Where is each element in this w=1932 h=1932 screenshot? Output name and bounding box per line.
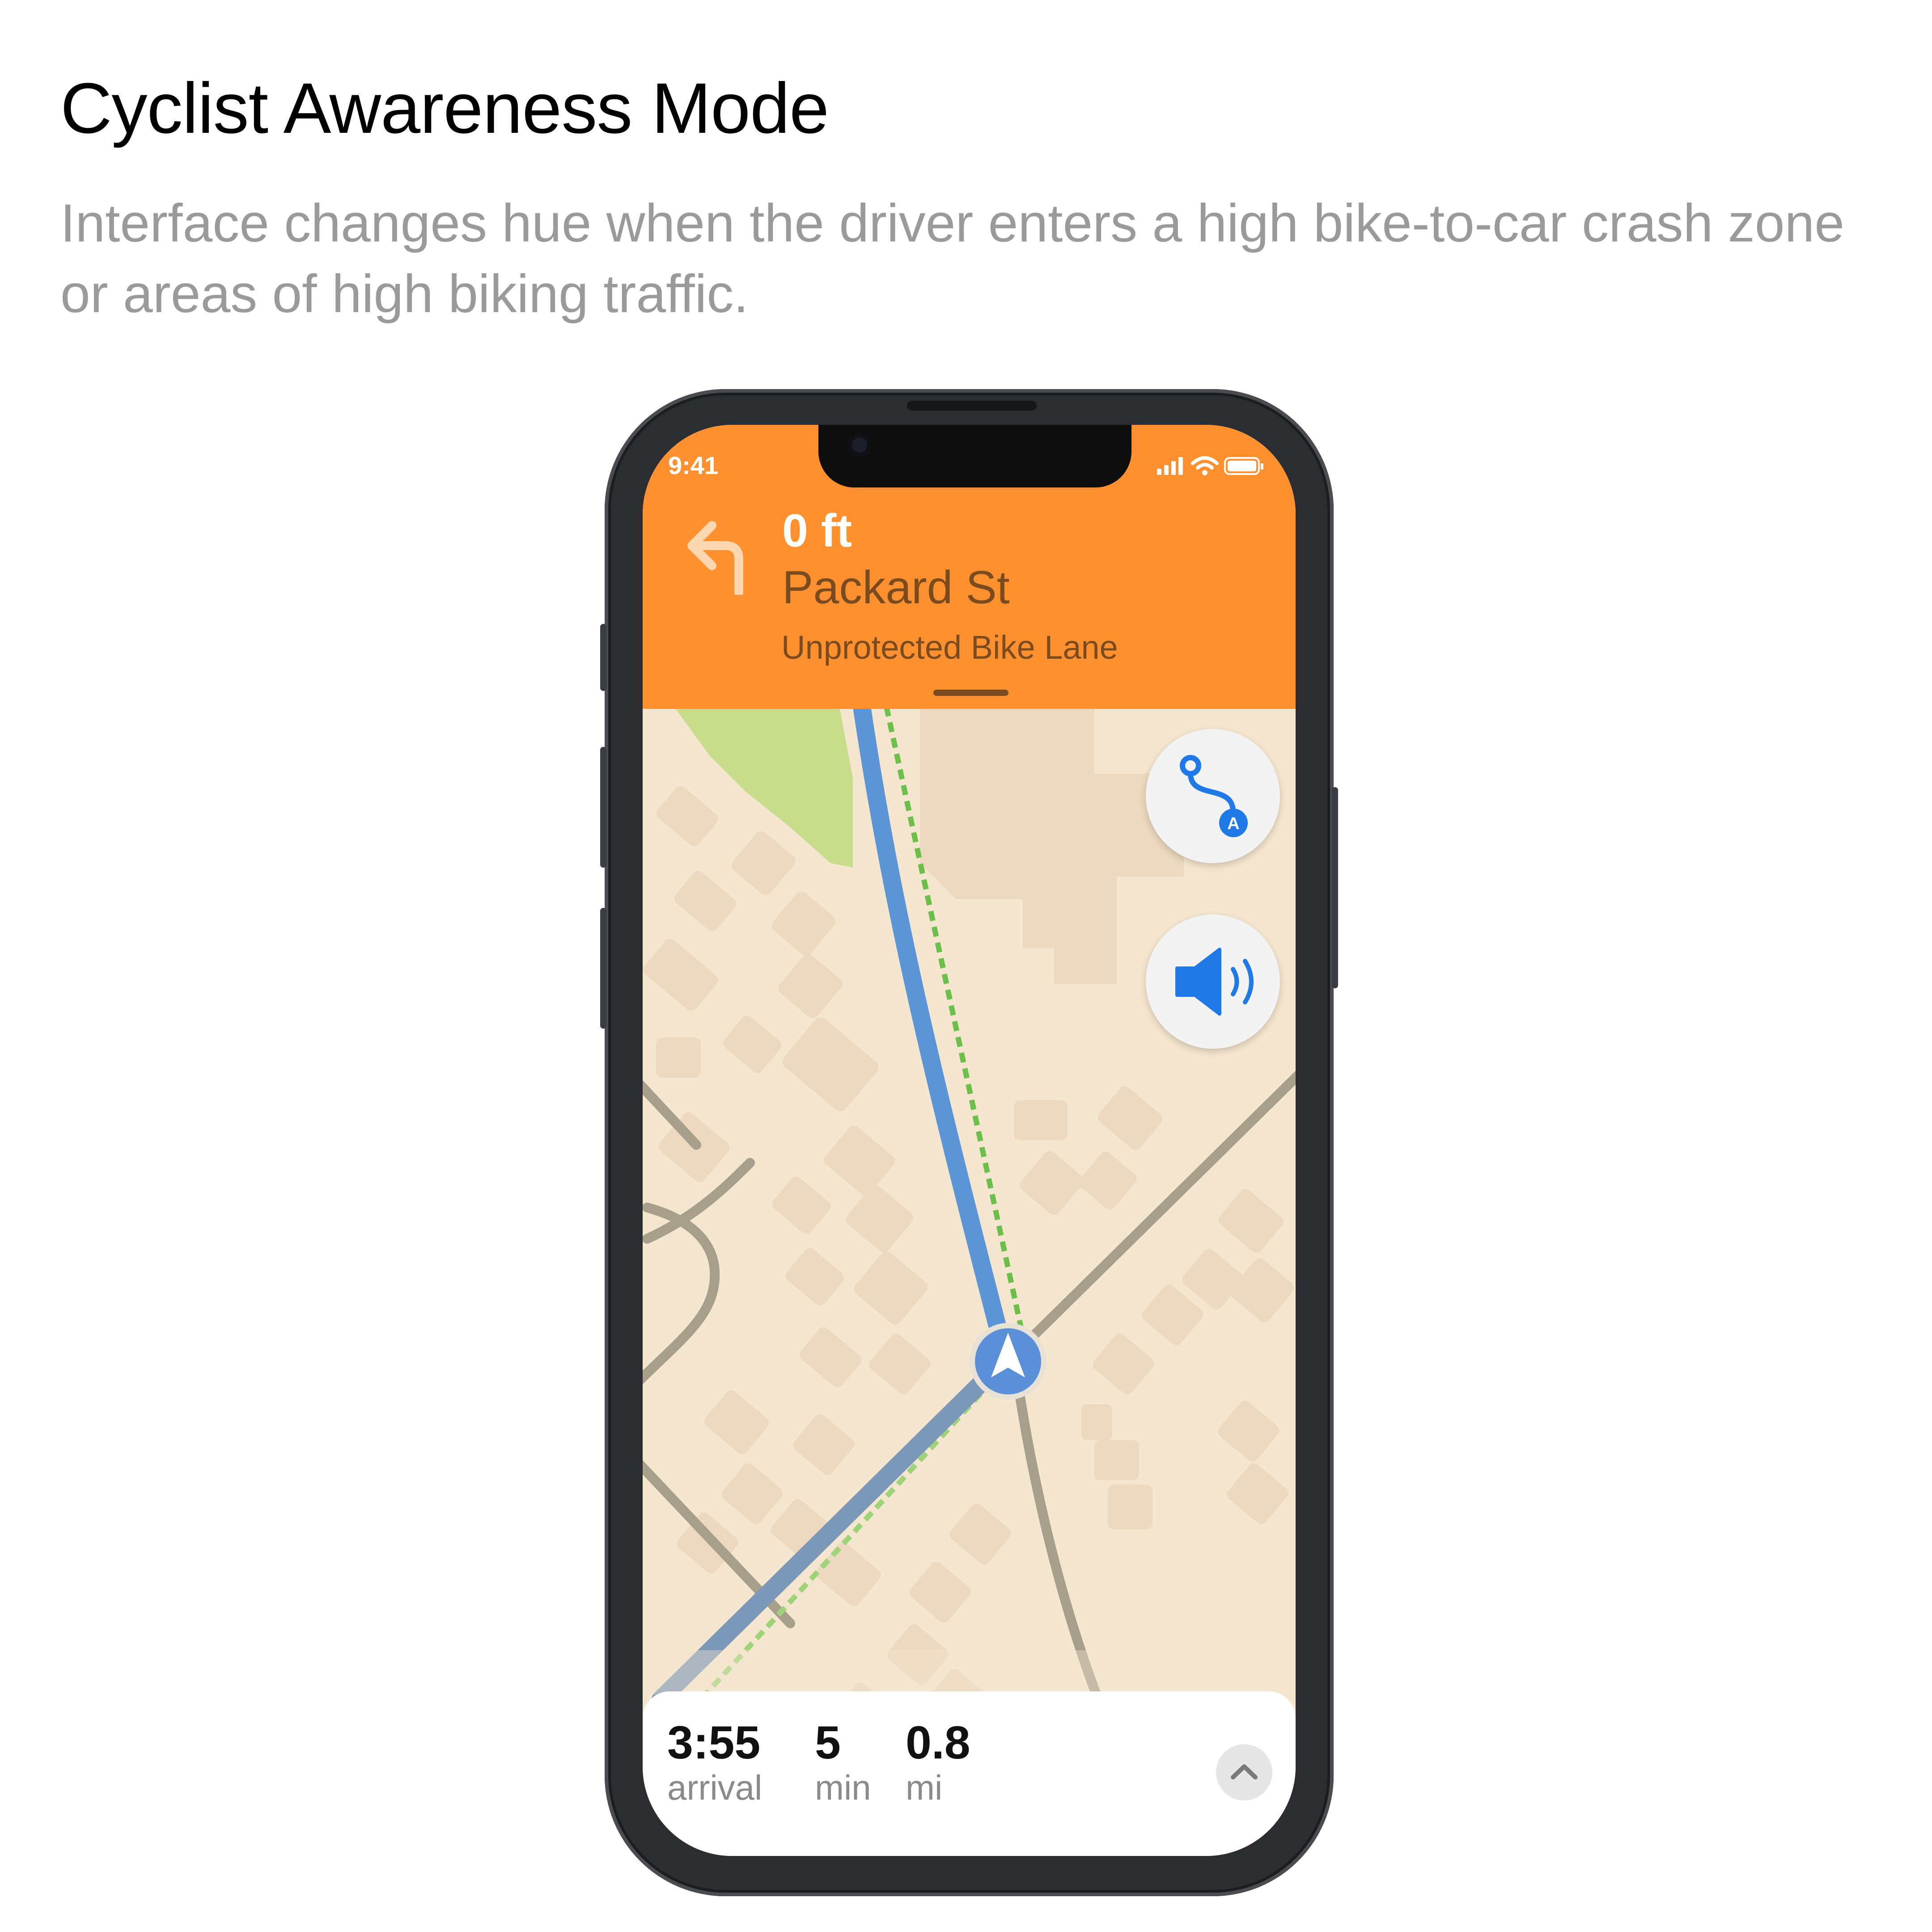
earpiece-speaker bbox=[907, 401, 1037, 411]
wifi-icon bbox=[1191, 456, 1219, 470]
distance-stat: 0.8 mi bbox=[906, 1718, 970, 1808]
arrival-stat: 3:55 arrival bbox=[667, 1718, 762, 1808]
side-button-power bbox=[1332, 787, 1338, 988]
status-time: 9:41 bbox=[668, 451, 719, 479]
minutes-value: 5 bbox=[815, 1717, 841, 1769]
lane-type-label: Unprotected Bike Lane bbox=[781, 629, 1118, 666]
audio-button[interactable] bbox=[1146, 915, 1280, 1049]
page-description: Interface changes hue when the driver en… bbox=[60, 193, 1844, 324]
arrival-time: 3:55 bbox=[667, 1717, 761, 1769]
status-icons bbox=[1157, 453, 1269, 482]
cellular-signal-icon bbox=[1157, 457, 1183, 475]
side-button-mute bbox=[600, 624, 606, 691]
street-name: Packard St bbox=[782, 562, 1010, 614]
minutes-label: min bbox=[815, 1768, 871, 1807]
arrival-label: arrival bbox=[667, 1768, 763, 1807]
chevron-up-icon bbox=[1231, 1764, 1258, 1779]
distance-value: 0.8 bbox=[906, 1717, 970, 1769]
svg-text:A: A bbox=[1227, 814, 1239, 833]
turn-left-arrow-icon bbox=[687, 521, 743, 595]
maneuver-distance: 0 ft bbox=[782, 505, 852, 557]
speaker-icon bbox=[1175, 948, 1254, 1016]
battery-icon bbox=[1224, 457, 1263, 475]
route-overview-button[interactable]: A bbox=[1146, 729, 1280, 863]
expand-button[interactable] bbox=[1216, 1744, 1272, 1801]
distance-label: mi bbox=[906, 1768, 943, 1807]
trip-summary-card[interactable]: 3:55 arrival 5 min 0.8 mi bbox=[643, 1691, 1296, 1856]
route-icon: A bbox=[1180, 755, 1248, 837]
banner-grab-handle[interactable] bbox=[933, 690, 1008, 696]
side-button-volume-down bbox=[600, 908, 606, 1029]
front-camera bbox=[847, 433, 872, 457]
minutes-stat: 5 min bbox=[815, 1718, 871, 1808]
phone-screen: 9:41 0 ft Packard St Unprotected Bike La… bbox=[643, 425, 1296, 1856]
page-title: Cyclist Awareness Mode bbox=[60, 68, 829, 148]
current-location-icon bbox=[970, 1323, 1046, 1400]
side-button-volume-up bbox=[600, 747, 606, 868]
